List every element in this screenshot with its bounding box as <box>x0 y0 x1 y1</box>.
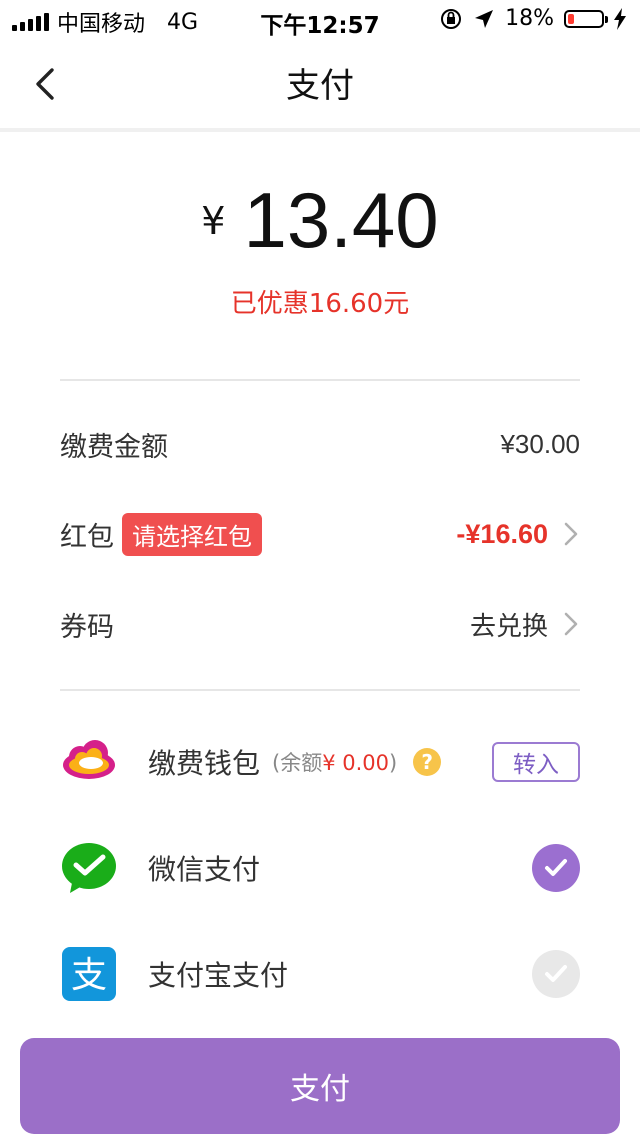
amount-value: 13.40 <box>243 176 439 264</box>
battery-percent: 18% <box>505 6 554 31</box>
pay-button[interactable]: 支付 <box>20 1038 620 1134</box>
wallet-balance: (余额¥ 0.00) <box>272 747 397 777</box>
alipay-label: 支付宝支付 <box>148 959 289 992</box>
chevron-right-icon <box>564 612 578 636</box>
red-packet-value: -¥16.60 <box>456 518 548 549</box>
status-right: 18% <box>439 6 626 31</box>
coupon-row[interactable]: 券码 去兑换 <box>60 594 580 654</box>
coupon-redeem-link[interactable]: 去兑换 <box>470 606 548 643</box>
red-packet-label: 红包 <box>60 521 114 553</box>
wallet-payment-row[interactable]: 缴费钱包 (余额¥ 0.00) ? 转入 <box>60 732 580 792</box>
amount-display: ¥13.40 <box>0 175 640 266</box>
alipay-icon: 支 <box>62 947 116 1001</box>
location-arrow-icon <box>475 9 494 28</box>
battery-icon <box>564 9 608 28</box>
select-red-packet-badge[interactable]: 请选择红包 <box>122 512 262 556</box>
wallet-label: 缴费钱包 <box>148 747 261 780</box>
status-bar: 中国移动 4G 下午12:57 18% <box>0 0 640 40</box>
fee-value: ¥30.00 <box>500 428 580 459</box>
currency-symbol: ¥ <box>201 198 226 243</box>
alipay-payment-row[interactable]: 支 支付宝支付 <box>60 944 580 1004</box>
battery-level <box>568 13 574 24</box>
divider <box>60 689 580 691</box>
wallet-cloud-logo-icon <box>63 740 115 779</box>
chevron-right-icon <box>564 522 578 546</box>
nav-bar: 支付 <box>0 40 640 132</box>
wechat-selected-check-icon[interactable] <box>532 844 580 892</box>
charging-bolt-icon <box>614 7 626 30</box>
balance-value: ¥ 0.00 <box>322 751 390 775</box>
wechat-payment-row[interactable]: 微信支付 <box>60 838 580 898</box>
fee-row: 缴费金额 ¥30.00 <box>60 414 580 474</box>
wechat-label: 微信支付 <box>148 853 261 886</box>
divider <box>60 379 580 381</box>
discount-text: 已优惠16.60元 <box>230 289 410 319</box>
balance-suffix: ) <box>389 751 398 775</box>
balance-prefix: (余额 <box>272 751 323 775</box>
transfer-in-button[interactable]: 转入 <box>492 742 580 782</box>
rotation-lock-icon <box>441 8 462 29</box>
red-packet-row[interactable]: 红包 请选择红包 -¥16.60 <box>60 504 580 564</box>
help-icon[interactable]: ? <box>413 748 442 776</box>
page-title: 支付 <box>286 66 354 106</box>
alipay-unselected-check-icon[interactable] <box>532 950 580 998</box>
fee-label: 缴费金额 <box>60 431 168 463</box>
coupon-label: 券码 <box>60 611 114 643</box>
alipay-icon-glyph: 支 <box>71 955 107 996</box>
wechat-pay-icon <box>62 843 116 893</box>
